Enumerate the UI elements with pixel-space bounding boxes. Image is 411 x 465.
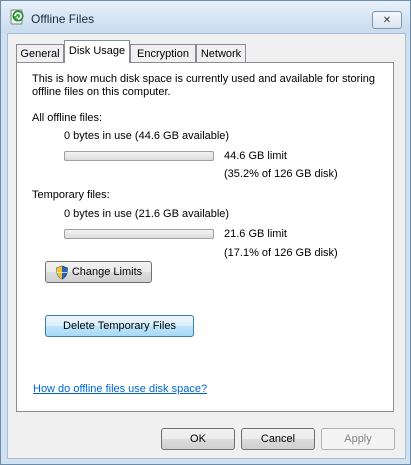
close-icon: ✕ (382, 14, 392, 26)
ok-button[interactable]: OK (161, 428, 235, 450)
intro-line-1: This is how much disk space is currently… (32, 73, 375, 85)
all-files-heading: All offline files: (32, 112, 103, 124)
tab-general[interactable]: General (16, 44, 64, 62)
all-files-limit: 44.6 GB limit (224, 150, 287, 162)
change-limits-button[interactable]: Change Limits (45, 261, 152, 283)
dialog-window: Offline Files ✕ General Disk Usage Encry… (0, 0, 411, 465)
uac-shield-icon (55, 265, 68, 279)
temp-files-usage: 0 bytes in use (21.6 GB available) (64, 208, 230, 220)
temp-files-usage-bar (64, 229, 214, 239)
tab-disk-usage[interactable]: Disk Usage (64, 40, 130, 63)
delete-temporary-files-label: Delete Temporary Files (63, 320, 176, 332)
all-files-percent: (35.2% of 126 GB disk) (224, 168, 338, 180)
delete-temporary-files-button[interactable]: Delete Temporary Files (45, 315, 194, 337)
disk-space-help-link[interactable]: How do offline files use disk space? (33, 383, 207, 395)
disk-usage-panel: This is how much disk space is currently… (16, 62, 394, 412)
apply-button[interactable]: Apply (321, 428, 395, 450)
title-bar[interactable]: Offline Files ✕ (1, 1, 410, 33)
temp-files-heading: Temporary files: (32, 189, 110, 201)
intro-line-2: offline files on this computer. (32, 86, 171, 98)
all-files-usage: 0 bytes in use (44.6 GB available) (64, 130, 230, 142)
cancel-button[interactable]: Cancel (241, 428, 315, 450)
temp-files-percent: (17.1% of 126 GB disk) (224, 247, 338, 259)
offline-files-icon (10, 9, 24, 25)
tab-encryption[interactable]: Encryption (130, 44, 196, 62)
tab-network[interactable]: Network (196, 44, 246, 62)
dialog-client: General Disk Usage Encryption Network Th… (7, 33, 406, 459)
temp-files-limit: 21.6 GB limit (224, 228, 287, 240)
change-limits-label: Change Limits (71, 266, 143, 278)
all-files-usage-bar (64, 151, 214, 161)
close-button[interactable]: ✕ (372, 11, 402, 29)
window-title: Offline Files (31, 12, 95, 26)
